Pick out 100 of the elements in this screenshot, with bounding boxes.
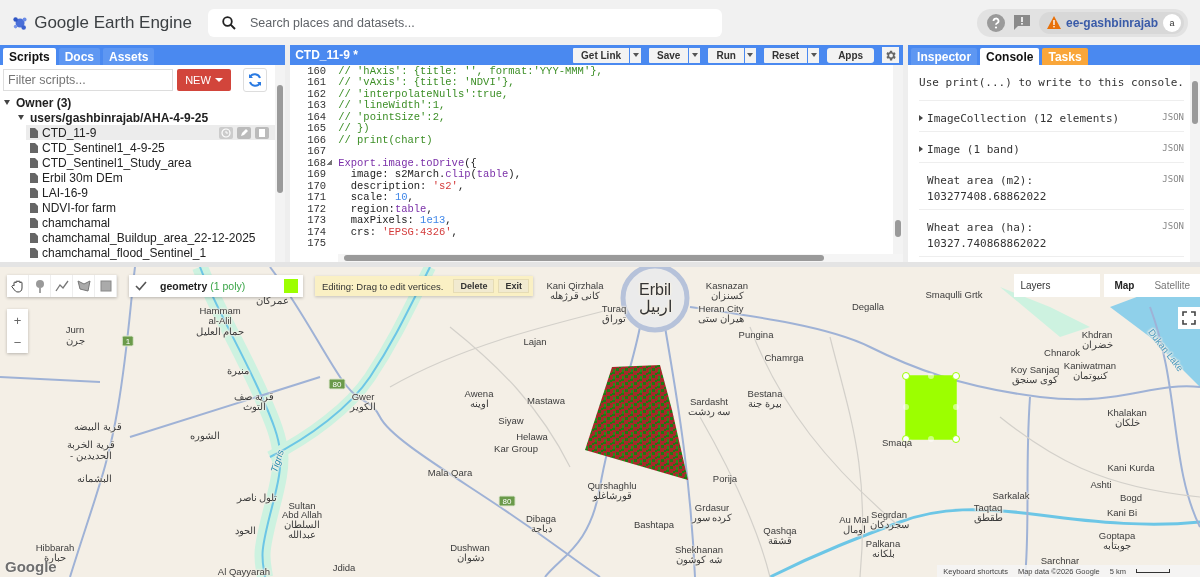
code-line: // 'hAxis': {title: '', format:'YYY-MMM'}, [337,65,603,77]
folder-label[interactable]: users/gashbinrajab/AHA-4-9-25 [30,110,209,125]
hand-tool-button[interactable] [7,275,29,297]
line-number: 171 [306,191,328,204]
settings-button[interactable] [882,47,900,63]
map-label: قرية الخربة [67,438,115,450]
json-link[interactable]: JSON [1162,143,1184,153]
square-icon [99,280,112,292]
map-label: al-Alil [208,314,232,326]
dropdown-button[interactable] [808,47,820,63]
code-line: // 'vAxis': {title: 'NDVI'}, [337,76,515,89]
script-item[interactable]: LAI-16-9 [26,185,276,200]
project-selector[interactable]: ee-gashbinrajab a [1038,11,1184,34]
rectangle-tool-button[interactable] [95,275,117,297]
script-item[interactable]: CTD_Sentinel1_Study_area [26,155,276,170]
script-name: CTD_Sentinel1_Study_area [42,155,192,170]
map-label: Chamrga [764,351,804,363]
map-label: Helawa [516,430,548,442]
file-icon [30,217,38,228]
line-tool-button[interactable] [51,275,73,297]
polygon-tool-button[interactable] [73,275,95,297]
dropdown-button[interactable] [744,47,756,63]
scrollbar[interactable] [338,254,904,262]
fullscreen-icon [1182,311,1196,325]
script-item[interactable]: CTD_Sentinel1_4-9-25 [26,140,276,155]
avatar[interactable]: a [1163,13,1181,32]
expand-triangle-icon[interactable] [18,115,24,120]
map-label: جرن [65,334,85,346]
scrollbar[interactable] [275,65,286,262]
map-label: Chnarok [1044,346,1080,358]
script-item[interactable]: Erbil 30m DEm [26,170,276,185]
help-icon[interactable] [986,13,1005,32]
map-label: Au Mal [839,513,869,525]
script-item[interactable]: chamchamal_flood_Sentinel_1 [26,245,276,260]
toolbar-button[interactable]: Apps [827,47,875,63]
map-label: Shekhanan [674,543,724,555]
map-label: عبدالله [288,528,316,540]
expand-triangle-icon[interactable] [4,100,10,105]
code-line: crs: 'EPSG:4326', [349,225,458,238]
map-label: Smaqulli Grtk [925,288,983,300]
toolbar-button[interactable]: Get Link [573,47,630,63]
map-label: Sardasht [690,395,728,407]
map-label: Abd Allah [281,508,323,520]
feedback-icon[interactable] [1012,14,1031,31]
map-label: Kaniwatman [1063,359,1117,371]
layers-button[interactable]: Layers [1014,274,1101,297]
code-editor[interactable] [290,45,904,262]
dropdown-button[interactable] [630,47,642,63]
map-label: Ashti [1090,478,1112,490]
script-item[interactable]: chamchamal [26,215,276,230]
visibility-checkbox[interactable] [134,279,148,293]
line-number: 161 [306,76,328,89]
json-link[interactable]: JSON [1162,112,1184,122]
fullscreen-button[interactable] [1178,307,1200,329]
console-output[interactable]: Image (1 band) [927,143,1020,156]
map-label: طقطق [973,511,1003,523]
map-label: Mala Qara [427,466,473,478]
map-label: الكوير [350,400,376,412]
expand-triangle-icon[interactable] [919,146,924,152]
filter-field[interactable]: Filter scripts... [3,69,173,91]
layer-name[interactable]: geometry [160,280,208,292]
json-link[interactable]: JSON [1162,174,1184,184]
point-tool-button[interactable] [29,275,51,297]
hand-icon [10,279,25,293]
dropdown-button[interactable] [689,47,701,63]
panel-tab[interactable]: Console [980,48,1040,65]
console-output[interactable]: ImageCollection (12 elements) [927,112,1120,125]
toolbar-button[interactable]: Run [708,47,744,63]
zoom-button[interactable]: − [7,331,28,353]
line-number: 175 [306,237,328,250]
script-name: CTD_Sentinel1_4-9-25 [42,140,165,155]
map-label: Sarkalak [992,489,1030,501]
file-icon [30,232,38,243]
folder-label[interactable]: Owner (3) [16,95,72,110]
banner-button[interactable]: Exit [498,279,529,293]
new-button[interactable]: NEW [177,69,231,91]
color-swatch[interactable] [284,279,298,293]
zoom-button[interactable]: + [7,309,28,331]
panel-tab[interactable]: Scripts [3,48,56,65]
road-shield: 1 [121,335,135,347]
map-label: Tigris [268,448,286,474]
search-field[interactable]: Search places and datasets... [208,8,722,37]
banner-button[interactable]: Delete [453,279,495,293]
road-shield: 80 [498,495,516,507]
json-link[interactable]: JSON [1162,221,1184,231]
script-item[interactable]: NDVI-for farm [26,200,276,215]
classified-polygon[interactable] [585,365,689,481]
toolbar-button[interactable]: Reset [763,47,808,63]
expand-triangle-icon[interactable] [919,115,924,121]
scrollbar[interactable] [893,65,904,254]
map-label: Mastawa [527,394,565,406]
refresh-button[interactable] [243,68,267,92]
scrollbar[interactable] [1190,65,1200,262]
toolbar-button[interactable]: Save [649,47,689,63]
map-label: منيرة [227,364,249,376]
map-label: Porija [712,472,738,484]
map-label: Erbil [639,281,671,299]
code-line: // 'pointSize':2, [337,110,446,123]
map-label: Koy Sanjaq [1010,363,1060,375]
map-label: Kasnazan [705,279,749,291]
